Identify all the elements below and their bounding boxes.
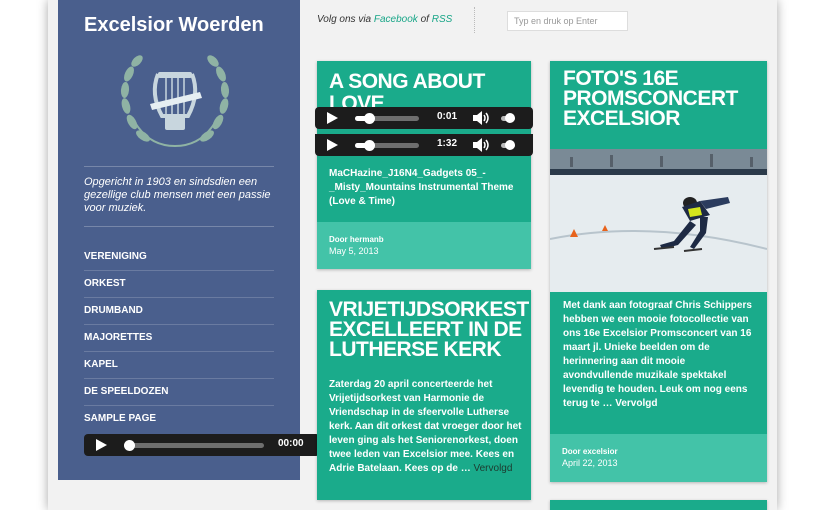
main-nav: VERENIGING ORKEST DRUMBAND MAJORETTES KA… [84, 244, 274, 433]
seek-knob[interactable] [364, 113, 376, 124]
read-more-link[interactable]: Vervolgd [615, 398, 657, 409]
site-title[interactable]: Excelsior Woerden [84, 14, 264, 37]
player-time: 0:01 [437, 111, 458, 122]
nav-item-kapel[interactable]: KAPEL [84, 352, 274, 379]
page: Excelsior Woerden Opgericht in 1903 en s… [48, 0, 777, 510]
facebook-link[interactable]: Facebook [374, 14, 418, 25]
speed-skater-photo[interactable] [550, 149, 767, 292]
post-card-next [550, 500, 767, 510]
nav-item-drumband[interactable]: DRUMBAND [84, 298, 274, 325]
nav-item-de-speeldozen[interactable]: DE SPEELDOZEN [84, 379, 274, 406]
post-excerpt: Met dank aan fotograaf Chris Schippers h… [563, 299, 757, 411]
divider [84, 226, 274, 227]
seek-knob[interactable] [364, 140, 376, 151]
volume-knob[interactable] [505, 113, 515, 123]
post-excerpt-text: Met dank aan fotograaf Chris Schippers h… [563, 300, 752, 409]
player-time: 00:00 [278, 438, 304, 449]
divider [84, 166, 274, 167]
player-time: 1:32 [437, 138, 458, 149]
nav-item-orkest[interactable]: ORKEST [84, 271, 274, 298]
seek-knob[interactable] [124, 440, 135, 451]
post-meta: Door excelsior April 22, 2013 [550, 434, 767, 482]
post-card-song-about-love: A SONG ABOUT LOVE 0:01 1:32 MaCHazine_J1… [315, 61, 533, 269]
audio-player-1: 0:01 [315, 107, 533, 129]
play-icon[interactable] [327, 112, 338, 124]
post-excerpt-text: Zaterdag 20 april concerteerde het Vrije… [329, 379, 522, 474]
read-more-link[interactable]: Vervolgd [474, 463, 513, 474]
follow-text: Volg ons via Facebook of RSS [317, 14, 452, 25]
post-excerpt: MaCHazine_J16N4_Gadgets 05_-_Misty_Mount… [329, 168, 514, 207]
post-title[interactable]: FOTO'S 16E PROMSCONCERT EXCELSIOR [563, 68, 753, 129]
sidebar: Excelsior Woerden Opgericht in 1903 en s… [58, 0, 320, 480]
nav-item-majorettes[interactable]: MAJORETTES [84, 325, 274, 352]
search-input[interactable] [507, 11, 628, 31]
volume-icon[interactable] [471, 110, 491, 126]
seek-bar[interactable] [355, 113, 419, 124]
volume-knob[interactable] [505, 140, 515, 150]
seek-bar[interactable] [124, 440, 264, 451]
post-card-fotos-promsconcert: FOTO'S 16E PROMSCONCERT EXCELSIOR Met da… [550, 61, 767, 482]
nav-item-vereniging[interactable]: VERENIGING [84, 244, 274, 271]
nav-item-sample-page[interactable]: SAMPLE PAGE [84, 406, 274, 433]
topbar-divider [474, 7, 475, 33]
tagline: Opgericht in 1903 en sindsdien een gezel… [84, 176, 271, 214]
sidebar-audio-player: 00:00 [84, 434, 320, 456]
lyre-logo-icon[interactable] [110, 44, 240, 152]
post-date[interactable]: May 5, 2013 [329, 246, 519, 256]
post-card-vrijetijdsorkest: VRIJETIJDSORKEST EXCELLEERT IN DE LUTHER… [317, 290, 531, 500]
follow-of: of [420, 14, 429, 25]
play-icon[interactable] [327, 139, 338, 151]
post-excerpt: Zaterdag 20 april concerteerde het Vrije… [329, 378, 523, 476]
rss-link[interactable]: RSS [432, 14, 453, 25]
post-author[interactable]: Door excelsior [562, 447, 755, 456]
audio-player-2: 1:32 [315, 134, 533, 156]
follow-prefix: Volg ons via [317, 14, 372, 25]
volume-icon[interactable] [471, 137, 491, 153]
post-title[interactable]: VRIJETIJDSORKEST EXCELLEERT IN DE LUTHER… [329, 299, 529, 360]
post-author[interactable]: Door hermanb [329, 235, 519, 244]
seek-bar[interactable] [355, 140, 419, 151]
play-icon[interactable] [96, 439, 107, 451]
post-date[interactable]: April 22, 2013 [562, 458, 755, 468]
post-meta: Door hermanb May 5, 2013 [317, 222, 531, 269]
